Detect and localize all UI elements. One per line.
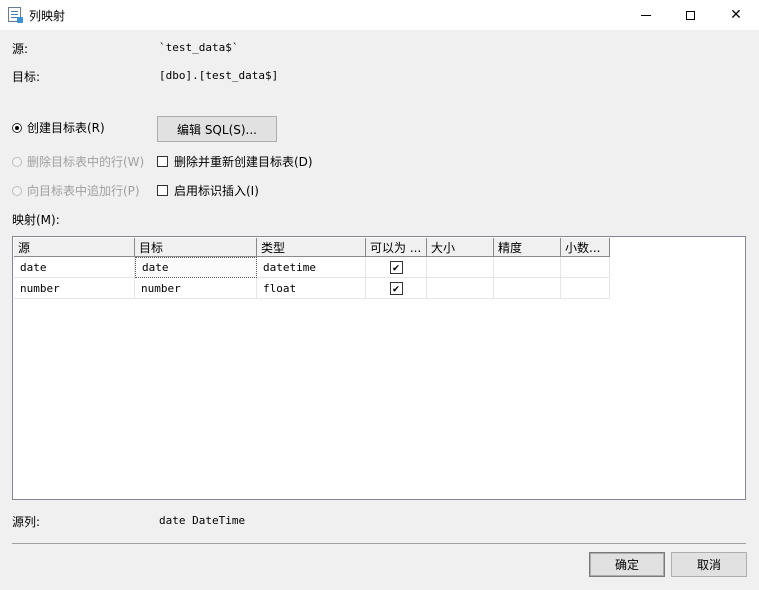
checkbox-identity-insert-label: 启用标识插入(I) [174, 184, 259, 198]
cell-scale[interactable] [561, 257, 610, 278]
source-label: 源: [12, 42, 29, 56]
nullable-checkbox[interactable]: ✔ [389, 260, 403, 274]
radio-create-table-label: 创建目标表(R) [27, 121, 105, 135]
cell-target[interactable]: date [135, 257, 257, 278]
cell-precision[interactable] [494, 257, 561, 278]
source-column-label: 源列: [12, 515, 41, 529]
radio-create-table[interactable]: 创建目标表(R) [12, 119, 105, 136]
table-row[interactable]: date date datetime ✔ [14, 257, 610, 278]
ok-button[interactable]: 确定 [589, 552, 665, 577]
checkbox-drop-recreate-label: 删除并重新创建目标表(D) [174, 155, 313, 169]
maximize-button[interactable] [667, 0, 713, 30]
cancel-button[interactable]: 取消 [671, 552, 747, 577]
source-value: `test_data$` [159, 41, 239, 54]
mappings-grid[interactable]: 源 目标 类型 可以为 ... 大小 精度 小数... date date da… [12, 236, 746, 500]
column-header-size[interactable]: 大小 [427, 238, 494, 257]
source-column-value: date DateTime [159, 514, 246, 527]
column-mapping-icon [8, 7, 23, 23]
minimize-button[interactable] [623, 0, 669, 30]
grid-header: 源 目标 类型 可以为 ... 大小 精度 小数... [14, 238, 610, 257]
minimize-icon [641, 14, 651, 16]
radio-append-rows-dot [12, 185, 22, 196]
cell-target[interactable]: number [135, 278, 257, 299]
title-bar: 列映射 ✕ [0, 0, 759, 30]
checkbox-identity-insert[interactable]: 启用标识插入(I) [157, 182, 259, 199]
nullable-checkbox[interactable]: ✔ [389, 281, 403, 295]
column-mapping-dialog: 列映射 ✕ 源: `test_data$` 目标: [dbo].[test_da… [0, 0, 759, 590]
cell-source: date [14, 257, 135, 278]
radio-append-rows-label: 向目标表中追加行(P) [27, 184, 140, 198]
column-header-type[interactable]: 类型 [257, 238, 366, 257]
radio-delete-rows[interactable]: 删除目标表中的行(W) [12, 153, 144, 170]
cell-scale[interactable] [561, 278, 610, 299]
cell-size[interactable] [427, 257, 494, 278]
mappings-label: 映射(M): [12, 213, 60, 227]
column-header-precision[interactable]: 精度 [494, 238, 561, 257]
radio-append-rows[interactable]: 向目标表中追加行(P) [12, 182, 140, 199]
window-title: 列映射 [29, 9, 66, 23]
target-label: 目标: [12, 70, 41, 84]
close-icon: ✕ [730, 7, 742, 23]
checkbox-drop-recreate[interactable]: 删除并重新创建目标表(D) [157, 153, 313, 170]
close-button[interactable]: ✕ [713, 0, 759, 30]
cell-nullable[interactable]: ✔ [366, 257, 427, 278]
cell-nullable[interactable]: ✔ [366, 278, 427, 299]
footer-divider [12, 543, 746, 544]
target-value: [dbo].[test_data$] [159, 69, 279, 82]
cell-size[interactable] [427, 278, 494, 299]
cell-type[interactable]: float [257, 278, 366, 299]
checkbox-drop-recreate-box [157, 156, 168, 167]
table-row[interactable]: number number float ✔ [14, 278, 610, 299]
column-header-scale[interactable]: 小数... [561, 238, 610, 257]
cell-type[interactable]: datetime [257, 257, 366, 278]
cell-precision[interactable] [494, 278, 561, 299]
cell-source: number [14, 278, 135, 299]
column-header-target[interactable]: 目标 [135, 238, 257, 257]
edit-sql-button[interactable]: 编辑 SQL(S)... [157, 116, 277, 142]
column-header-source[interactable]: 源 [14, 238, 135, 257]
column-header-nullable[interactable]: 可以为 ... [366, 238, 427, 257]
radio-create-table-dot [12, 122, 22, 133]
maximize-icon [685, 10, 695, 20]
radio-delete-rows-label: 删除目标表中的行(W) [27, 155, 145, 169]
checkbox-identity-insert-box [157, 185, 168, 196]
radio-delete-rows-dot [12, 156, 22, 167]
